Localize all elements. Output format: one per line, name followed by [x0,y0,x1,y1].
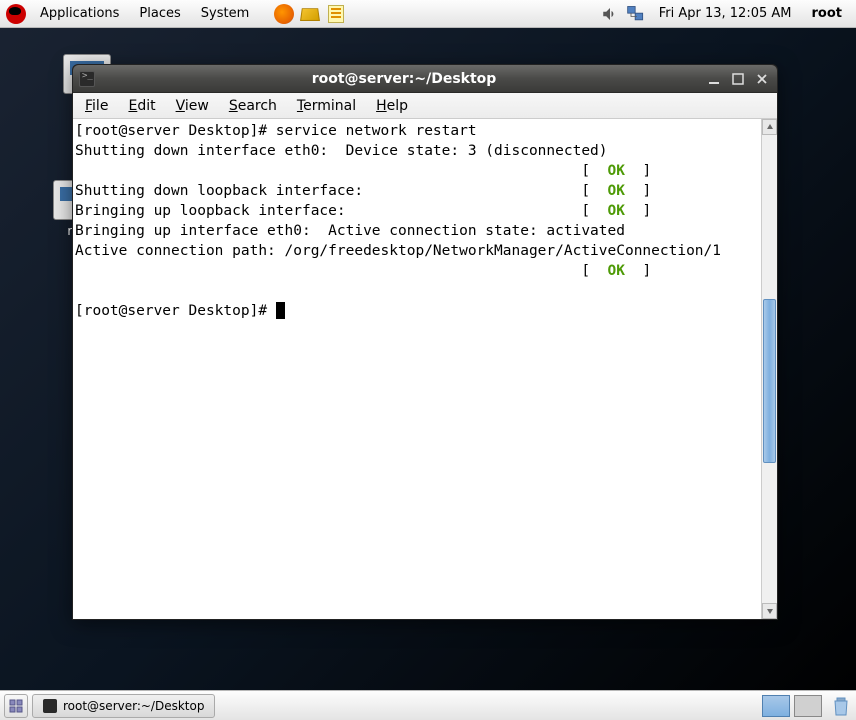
close-button[interactable] [753,70,771,88]
package-manager-launcher-icon[interactable] [299,3,321,25]
menu-search[interactable]: Search [219,94,287,118]
applications-menu[interactable]: Applications [32,2,127,25]
top-panel: Applications Places System Fri Apr 13, 1… [0,0,856,28]
scroll-down-button[interactable] [762,603,777,619]
menu-edit[interactable]: Edit [118,94,165,118]
taskbar-item-label: root@server:~/Desktop [63,699,204,713]
terminal-titlebar-icon [79,71,95,87]
workspace-2[interactable] [794,695,822,717]
volume-icon[interactable] [599,3,621,25]
window-titlebar[interactable]: root@server:~/Desktop [73,65,777,93]
minimize-button[interactable] [705,70,723,88]
redhat-logo-icon[interactable] [6,4,26,24]
workspace-1[interactable] [762,695,790,717]
terminal-menubar: File Edit View Search Terminal Help [73,93,777,119]
workspace-switcher [762,695,822,717]
terminal-output[interactable]: [root@server Desktop]# service network r… [73,119,761,619]
window-title: root@server:~/Desktop [103,71,705,87]
scrollbar-thumb[interactable] [763,299,776,463]
show-desktop-button[interactable] [4,694,28,718]
places-menu[interactable]: Places [131,2,188,25]
notes-launcher-icon[interactable] [325,3,347,25]
clock[interactable]: Fri Apr 13, 12:05 AM [651,6,800,21]
menu-file[interactable]: File [75,94,118,118]
taskbar-item-terminal[interactable]: root@server:~/Desktop [32,694,215,718]
menu-help[interactable]: Help [366,94,418,118]
terminal-body: [root@server Desktop]# service network r… [73,119,777,619]
terminal-scrollbar[interactable] [761,119,777,619]
menu-view[interactable]: View [166,94,219,118]
terminal-window: root@server:~/Desktop File Edit View Sea… [72,64,778,620]
taskbar-terminal-icon [43,699,57,713]
maximize-button[interactable] [729,70,747,88]
scroll-up-button[interactable] [762,119,777,135]
user-menu[interactable]: root [804,6,851,21]
network-applet-icon[interactable] [625,3,647,25]
firefox-launcher-icon[interactable] [273,3,295,25]
trash-icon[interactable] [830,695,852,717]
menu-terminal[interactable]: Terminal [287,94,366,118]
system-menu[interactable]: System [193,2,257,25]
scrollbar-track[interactable] [762,135,777,603]
bottom-panel: root@server:~/Desktop [0,690,856,720]
